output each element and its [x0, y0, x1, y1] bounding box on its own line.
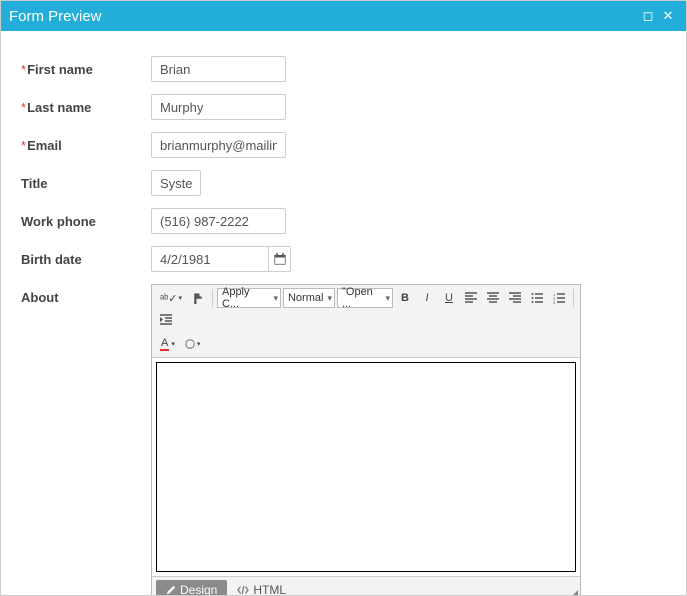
label-last-name: *Last name — [21, 100, 151, 115]
row-about: About ᵃᵇ✓▾ Apply C... Normal "Open ... B… — [21, 284, 666, 595]
indent-icon[interactable] — [156, 310, 176, 330]
highlight-color-button[interactable]: ▾ — [181, 334, 205, 354]
label-work-phone: Work phone — [21, 214, 151, 229]
editor-toolbar: ᵃᵇ✓▾ Apply C... Normal "Open ... B I U 1 — [152, 285, 580, 358]
label-birth-date: Birth date — [21, 252, 151, 267]
window-title: Form Preview — [9, 8, 638, 25]
close-icon[interactable]: ✕ — [658, 8, 678, 24]
resize-grip-icon[interactable] — [568, 590, 578, 595]
work-phone-input[interactable] — [151, 208, 286, 234]
about-textarea[interactable] — [156, 362, 576, 572]
row-work-phone: Work phone — [21, 208, 666, 234]
format-painter-icon[interactable] — [188, 288, 208, 308]
pencil-icon — [166, 585, 176, 595]
paragraph-format-select[interactable]: Normal — [283, 288, 335, 308]
row-last-name: *Last name — [21, 94, 666, 120]
numbered-list-icon[interactable]: 123 — [549, 288, 569, 308]
title-input[interactable] — [151, 170, 201, 196]
bold-button[interactable]: B — [395, 288, 415, 308]
css-class-select[interactable]: Apply C... — [217, 288, 281, 308]
align-center-icon[interactable] — [483, 288, 503, 308]
rich-text-editor: ᵃᵇ✓▾ Apply C... Normal "Open ... B I U 1 — [151, 284, 581, 595]
align-right-icon[interactable] — [505, 288, 525, 308]
tab-design[interactable]: Design — [156, 580, 227, 596]
code-icon — [237, 585, 249, 595]
birth-date-field — [151, 246, 291, 272]
font-family-select[interactable]: "Open ... — [337, 288, 393, 308]
italic-button[interactable]: I — [417, 288, 437, 308]
row-email: *Email — [21, 132, 666, 158]
row-birth-date: Birth date — [21, 246, 666, 272]
editor-footer: Design HTML — [152, 576, 580, 595]
font-color-button[interactable]: A▾ — [156, 334, 179, 354]
tab-html[interactable]: HTML — [227, 580, 296, 596]
bullet-list-icon[interactable] — [527, 288, 547, 308]
label-title: Title — [21, 176, 151, 191]
svg-text:3: 3 — [553, 300, 556, 304]
row-title: Title — [21, 170, 666, 196]
email-input[interactable] — [151, 132, 286, 158]
row-first-name: *First name — [21, 56, 666, 82]
underline-button[interactable]: U — [439, 288, 459, 308]
titlebar: Form Preview ◻ ✕ — [1, 1, 686, 31]
first-name-input[interactable] — [151, 56, 286, 82]
label-first-name: *First name — [21, 62, 151, 77]
spellcheck-icon[interactable]: ᵃᵇ✓▾ — [156, 288, 186, 308]
form-body: *First name *Last name *Email Title Work… — [1, 31, 686, 595]
last-name-input[interactable] — [151, 94, 286, 120]
separator — [212, 289, 213, 307]
label-email: *Email — [21, 138, 151, 153]
separator — [573, 289, 574, 307]
align-left-icon[interactable] — [461, 288, 481, 308]
calendar-icon[interactable] — [268, 247, 290, 271]
label-about: About — [21, 284, 151, 305]
maximize-icon[interactable]: ◻ — [638, 8, 658, 24]
